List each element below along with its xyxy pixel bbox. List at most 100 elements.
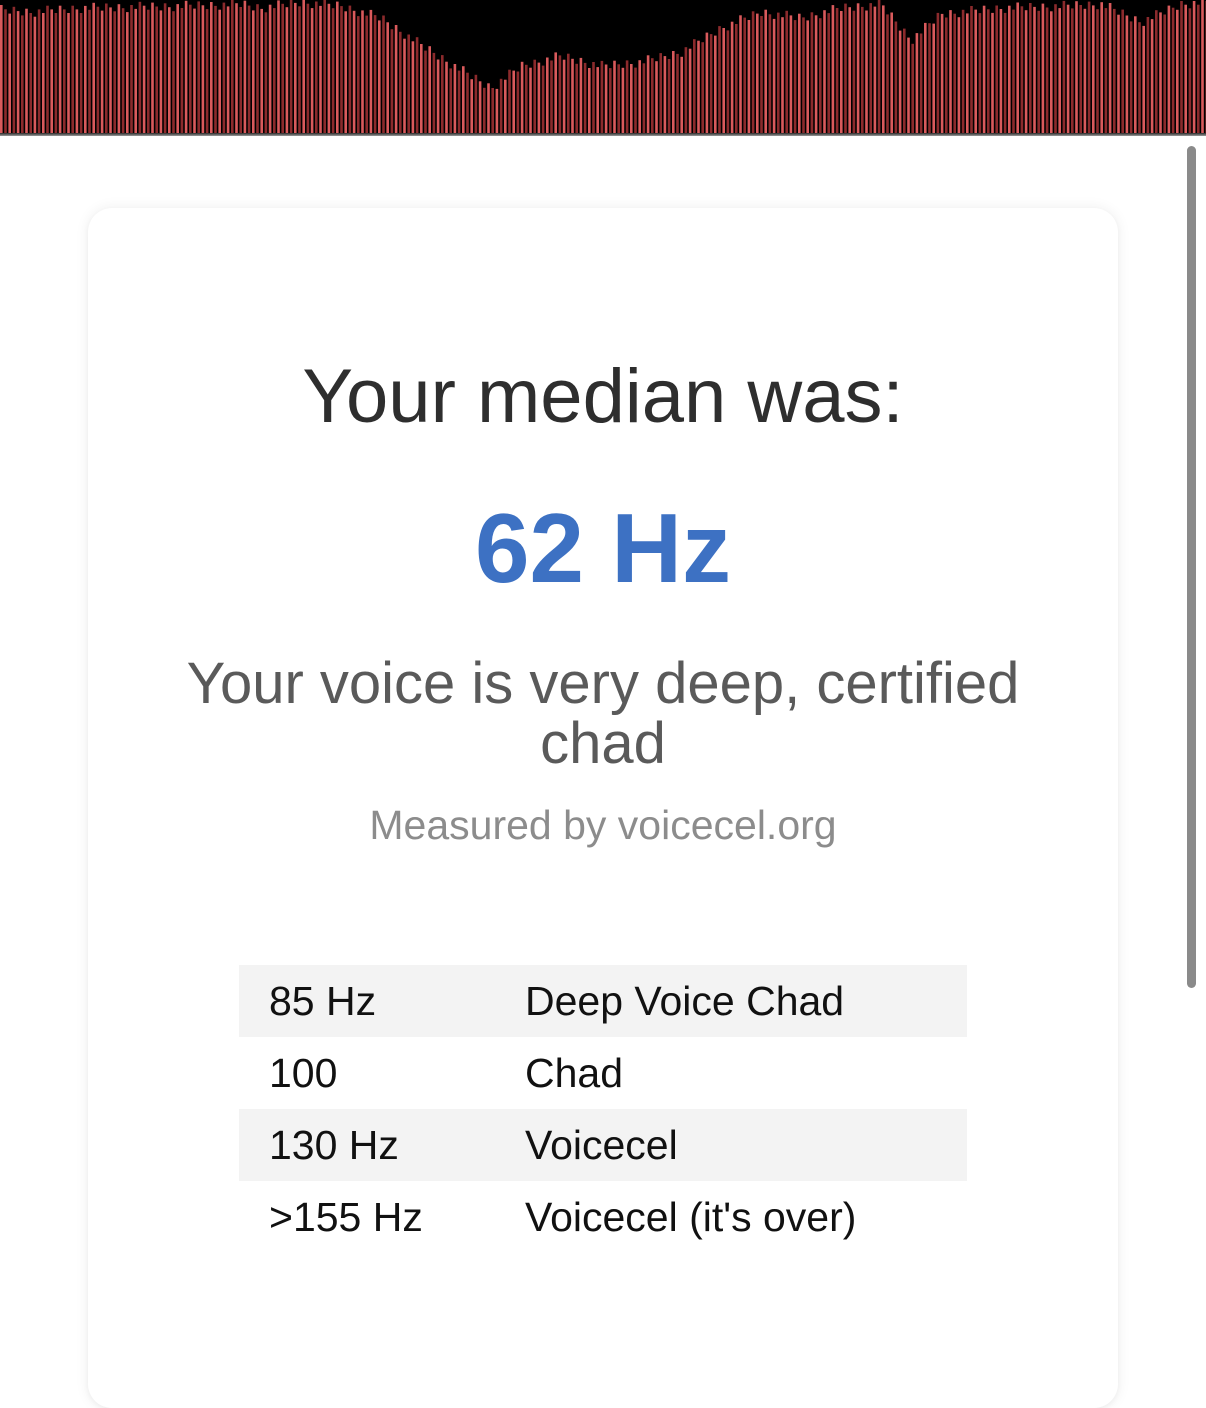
audio-visualizer	[0, 0, 1206, 133]
visualizer-bar	[180, 8, 184, 133]
visualizer-bar	[1045, 7, 1049, 133]
visualizer-bar	[1142, 25, 1145, 133]
visualizer-bar	[508, 69, 511, 133]
visualizer-bar	[630, 64, 633, 133]
visualizer-bar	[793, 20, 797, 133]
visualizer-bar	[743, 17, 746, 133]
visualizer-bar	[764, 9, 767, 133]
visualizer-bar	[155, 6, 158, 133]
visualizer-bar	[819, 18, 822, 133]
visualizer-bar	[785, 10, 788, 133]
visualizer-bar	[310, 8, 314, 133]
visualizer-bar	[222, 2, 226, 133]
visualizer-bar	[134, 8, 137, 133]
visualizer-bar	[625, 60, 629, 133]
visualizer-bar	[848, 7, 851, 133]
visualizer-bar	[449, 68, 452, 133]
visualizer-bar	[130, 5, 133, 133]
visualizer-bar	[1037, 10, 1040, 133]
visualizer-bar	[197, 1, 200, 133]
visualizer-bar	[735, 24, 738, 133]
visualizer-bar	[504, 79, 507, 133]
visualizer-bar	[844, 3, 847, 133]
visualizer-bar	[936, 12, 940, 133]
visualizer-bar	[264, 12, 268, 133]
visualizer-bar	[634, 67, 637, 133]
visualizer-bar	[516, 71, 520, 133]
visualizer-bar	[1083, 8, 1087, 133]
visualizer-bar	[407, 34, 410, 133]
visualizer-bar	[315, 1, 318, 133]
visualizer-bar	[1146, 17, 1150, 133]
visualizer-bar	[12, 6, 16, 133]
visualizer-bar	[126, 12, 129, 133]
visualizer-bar	[600, 60, 604, 133]
visualizer-bar	[898, 30, 902, 133]
visualizer-bar	[995, 5, 998, 133]
visualizer-bar	[1134, 16, 1137, 133]
visualizer-bar	[277, 0, 280, 133]
visualizer-bar	[331, 8, 335, 133]
visualizer-bar	[117, 4, 121, 133]
visualizer-bar	[281, 3, 284, 133]
visualizer-bar	[67, 13, 70, 133]
table-cell-frequency: 85 Hz	[239, 965, 525, 1037]
visualizer-bar	[1180, 1, 1183, 133]
visualizer-bar	[495, 88, 499, 133]
visualizer-bar	[25, 8, 28, 133]
visualizer-bar	[390, 29, 394, 133]
visualizer-bar	[747, 20, 751, 133]
visualizer-bar	[575, 63, 578, 133]
visualizer-bar	[75, 9, 79, 133]
table-cell-label: Chad	[525, 1049, 624, 1096]
visualizer-bar	[0, 5, 3, 133]
visualizer-bar	[961, 9, 965, 133]
visualizer-bar	[1041, 3, 1045, 133]
visualizer-bar	[302, 0, 305, 133]
visualizer-bar	[659, 53, 662, 133]
visualizer-bar	[646, 55, 650, 133]
visualizer-bar	[159, 10, 163, 133]
visualizer-bar	[348, 5, 352, 133]
visualizer-bar	[655, 61, 658, 133]
visualizer-bar	[231, 0, 234, 133]
visualizer-bar	[151, 2, 154, 133]
visualizer-bar	[4, 9, 7, 133]
visualizer-bar	[1176, 9, 1179, 133]
visualizer-bar	[714, 35, 717, 133]
visualizer-bar	[529, 67, 532, 133]
visualizer-bar	[394, 25, 398, 133]
visualizer-bar	[789, 15, 793, 133]
visualizer-bar	[588, 68, 591, 133]
visualizer-bar	[693, 39, 696, 133]
visualizer-bar	[483, 87, 486, 133]
visualizer-bar	[1150, 19, 1154, 133]
visualizer-bar	[373, 15, 377, 133]
visualizer-bar	[932, 23, 935, 133]
visualizer-bar	[541, 65, 545, 133]
visualizer-bar	[919, 33, 923, 133]
visualizer-bar	[336, 1, 339, 133]
visualizer-bar	[386, 22, 389, 133]
visualizer-bar	[470, 79, 473, 133]
visualizer-bar	[306, 3, 310, 133]
visualizer-bar	[701, 42, 704, 133]
visualizer-bar	[1071, 8, 1074, 133]
visualizer-bar	[289, 0, 293, 133]
visualizer-bar	[235, 3, 238, 133]
visualizer-bar	[970, 6, 973, 133]
visualizer-bar	[705, 32, 709, 133]
visualizer-bar	[214, 5, 217, 133]
visualizer-bar	[512, 70, 515, 133]
visualizer-bar	[189, 4, 192, 133]
visualizer-bar	[987, 9, 990, 133]
visualizer-bar	[1062, 0, 1066, 133]
visualizer-bar	[697, 40, 700, 133]
visualizer-bar	[525, 64, 528, 133]
visualizer-bar	[756, 13, 759, 133]
visualizer-bar	[298, 6, 301, 133]
visualizer-bar	[621, 67, 625, 133]
visualizer-bar	[138, 1, 142, 133]
visualizer-bar	[84, 5, 87, 133]
visualizer-bar	[147, 9, 150, 133]
